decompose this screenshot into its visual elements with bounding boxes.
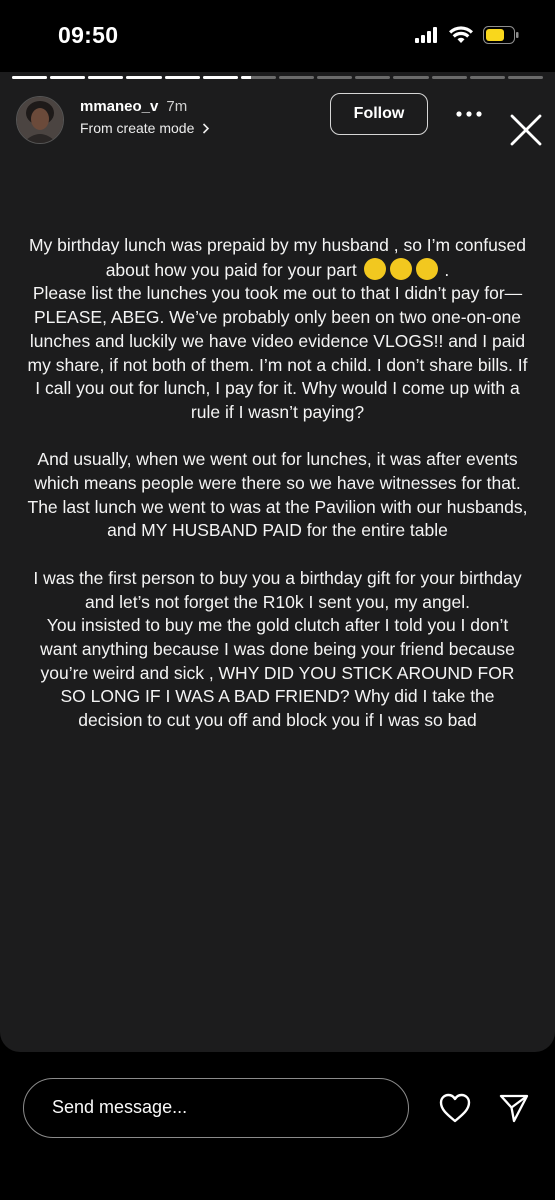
more-horizontal-icon[interactable] bbox=[454, 103, 484, 125]
paragraph-1-continued: . Please list the lunches you took me ou… bbox=[27, 259, 528, 422]
story-progress-bar bbox=[12, 76, 543, 79]
progress-segment-fill bbox=[12, 76, 48, 79]
avatar[interactable] bbox=[16, 96, 64, 144]
paragraph-1-text: My birthday lunch was prepaid by my husb… bbox=[28, 235, 527, 280]
avatar-image bbox=[17, 97, 63, 143]
follow-button[interactable]: Follow bbox=[330, 93, 428, 135]
progress-segment bbox=[88, 76, 124, 79]
story-header: mmaneo_v 7m From create mode Follow bbox=[0, 86, 555, 148]
progress-segment bbox=[355, 76, 391, 79]
progress-segment-fill bbox=[88, 76, 124, 79]
wifi-icon bbox=[449, 26, 473, 43]
status-time: 09:50 bbox=[58, 22, 119, 48]
progress-segment bbox=[240, 76, 276, 79]
emoji-face-icon bbox=[363, 257, 386, 280]
progress-segment bbox=[12, 76, 48, 79]
progress-segment bbox=[393, 76, 429, 79]
progress-segment-fill bbox=[50, 76, 86, 79]
send-message-input[interactable]: Send message... bbox=[23, 1078, 409, 1138]
story-text-content: My birthday lunch was prepaid by my husb… bbox=[26, 234, 529, 756]
status-icons bbox=[415, 26, 519, 44]
send-icon[interactable] bbox=[498, 1092, 530, 1124]
create-mode-link[interactable]: From create mode bbox=[80, 120, 210, 136]
progress-segment bbox=[164, 76, 200, 79]
reply-bar: Send message... bbox=[0, 1052, 555, 1200]
story-user-line: mmaneo_v 7m bbox=[80, 98, 187, 115]
paragraph-2: And usually, when we went out for lunche… bbox=[27, 449, 528, 541]
story-viewer[interactable]: mmaneo_v 7m From create mode Follow My bi… bbox=[0, 72, 555, 1052]
chevron-right-icon bbox=[203, 123, 210, 134]
progress-segment-fill bbox=[240, 76, 252, 79]
create-mode-label: From create mode bbox=[80, 120, 195, 136]
paragraph-3: I was the first person to buy you a birt… bbox=[33, 567, 522, 731]
username[interactable]: mmaneo_v bbox=[80, 98, 158, 115]
progress-segment bbox=[431, 76, 467, 79]
progress-segment bbox=[469, 76, 505, 79]
paragraph-1: My birthday lunch was prepaid by my husb… bbox=[26, 234, 529, 425]
progress-segment-fill bbox=[164, 76, 200, 79]
progress-segment bbox=[278, 76, 315, 79]
progress-segment bbox=[317, 76, 353, 79]
send-message-placeholder: Send message... bbox=[52, 1097, 188, 1117]
progress-segment bbox=[126, 76, 162, 79]
progress-segment bbox=[507, 76, 543, 79]
heart-icon[interactable] bbox=[438, 1092, 472, 1124]
emoji-face-icon bbox=[415, 257, 438, 280]
progress-segment-fill bbox=[202, 76, 238, 79]
battery-low-icon bbox=[483, 26, 519, 44]
progress-segment bbox=[202, 76, 238, 79]
story-age: 7m bbox=[166, 98, 188, 115]
progress-segment bbox=[50, 76, 86, 79]
cellular-signal-icon bbox=[415, 27, 437, 43]
progress-segment-fill bbox=[126, 76, 162, 79]
status-bar: 09:50 bbox=[0, 0, 555, 72]
close-icon[interactable] bbox=[508, 112, 544, 148]
emoji-face-icon bbox=[389, 257, 412, 280]
